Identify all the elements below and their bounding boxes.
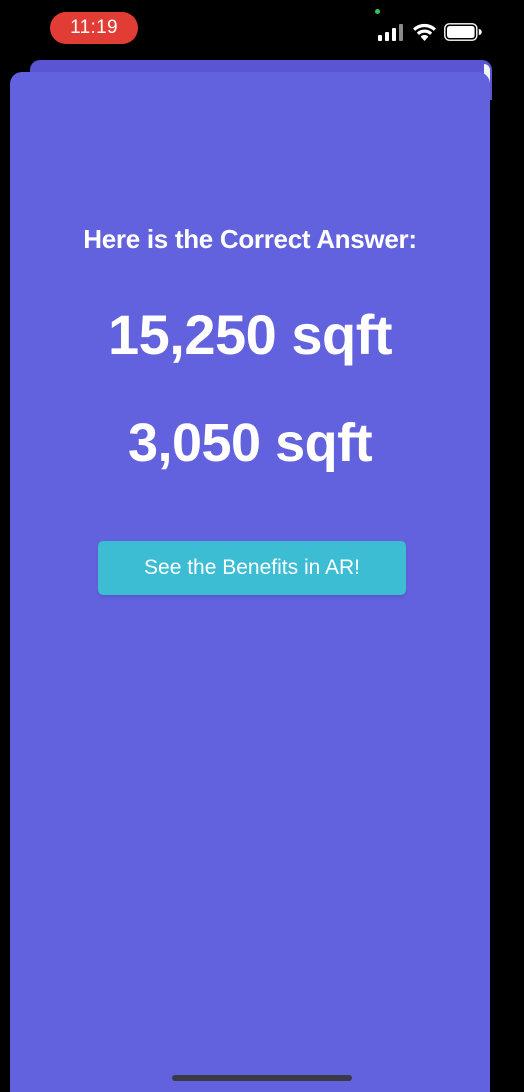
correct-answer-primary: 15,250 sqft [108, 303, 393, 366]
wifi-icon [413, 23, 436, 41]
correct-answer-secondary: 3,050 sqft [127, 413, 373, 473]
home-indicator[interactable] [172, 1075, 352, 1081]
status-bar: 11:19 [0, 0, 524, 58]
see-benefits-ar-button[interactable]: See the Benefits in AR! [98, 541, 406, 595]
answer-heading: Here is the Correct Answer: [83, 224, 417, 254]
privacy-indicator-dot [375, 9, 380, 14]
app-screen: 11:19 Here is the Correct Answer: 15,250… [0, 0, 524, 1092]
signal-icon [378, 24, 403, 41]
battery-icon [444, 23, 482, 41]
answer-modal-sheet: Here is the Correct Answer: 15,250 sqft … [10, 72, 490, 1092]
status-time[interactable]: 11:19 [50, 12, 138, 44]
